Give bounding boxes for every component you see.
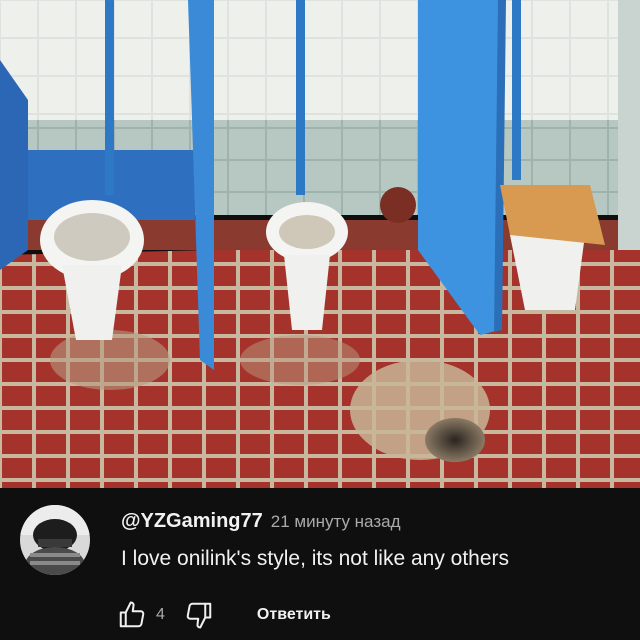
comment-timestamp[interactable]: 21 минуту назад xyxy=(271,512,401,532)
like-count: 4 xyxy=(156,606,165,623)
avatar[interactable] xyxy=(20,505,90,575)
reply-button[interactable]: Ответить xyxy=(257,606,331,624)
post-image xyxy=(0,0,640,488)
comment-author[interactable]: @YZGaming77 xyxy=(121,510,263,533)
comment-actions: 4 Ответить xyxy=(114,597,331,633)
thumb-up-outline-icon xyxy=(119,601,145,628)
comment-text: I love onilink's style, its not like any… xyxy=(121,547,510,570)
comment-header: @YZGaming77 21 минуту назад xyxy=(121,510,401,536)
dislike-button[interactable] xyxy=(181,597,217,633)
like-button[interactable] xyxy=(114,597,150,633)
thumb-down-outline-icon xyxy=(186,602,212,629)
